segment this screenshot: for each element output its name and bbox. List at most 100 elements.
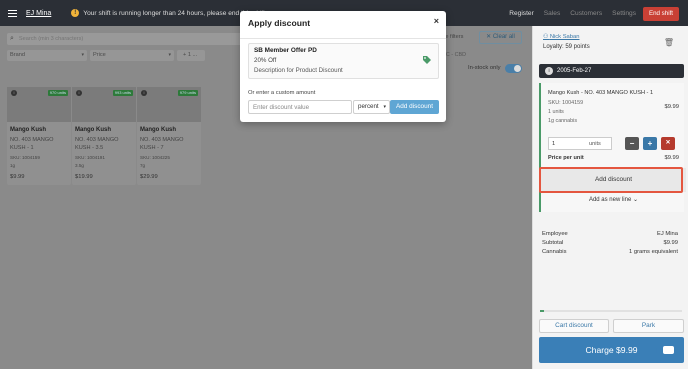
divider bbox=[240, 38, 446, 39]
product-desc: NO. 403 MANGO KUSH - 7 bbox=[140, 137, 184, 151]
cart-discount-button[interactable]: Cart discount bbox=[539, 319, 609, 333]
line-item-title: Mango Kush - NO. 403 MANGO KUSH - 1 bbox=[548, 90, 654, 96]
progress-fill bbox=[540, 310, 545, 312]
chevron-down-icon: ⌄ bbox=[633, 197, 639, 203]
park-button[interactable]: Park bbox=[613, 319, 684, 333]
nav-settings[interactable]: Settings bbox=[612, 10, 636, 17]
price-per-unit-value: $9.99 bbox=[664, 155, 679, 161]
tag-icon bbox=[423, 56, 431, 64]
offer-percent: 20% Off bbox=[254, 57, 277, 64]
apply-discount-modal: Apply discount × SB Member Offer PD 20% … bbox=[240, 11, 446, 122]
price-filter[interactable]: Price ▾ bbox=[90, 50, 174, 61]
product-card[interactable]: i 979 units Mango Kush NO. 403 MANGO KUS… bbox=[137, 87, 201, 185]
line-item-cannabis: 1g cannabis bbox=[548, 118, 578, 124]
offer-description: Description for Product Discount bbox=[254, 67, 343, 74]
line-item-units: 1 units bbox=[548, 109, 564, 115]
customer-link[interactable]: ⚇ Nick Saban bbox=[543, 34, 579, 40]
chevron-down-icon: ▾ bbox=[168, 52, 171, 58]
trash-icon[interactable]: 🗑 bbox=[664, 38, 674, 47]
product-price: $9.99 bbox=[10, 174, 25, 180]
decrease-quantity-button[interactable]: − bbox=[625, 137, 639, 150]
cart-date-bar: i 2005-Feb-27 bbox=[539, 64, 684, 78]
product-card[interactable]: i 970 units Mango Kush NO. 403 MANGO KUS… bbox=[7, 87, 71, 185]
product-weight: 3.5g bbox=[75, 163, 84, 168]
increase-quantity-button[interactable]: + bbox=[643, 137, 657, 150]
stock-badge: 970 units bbox=[47, 90, 68, 96]
summary-label: Subtotal bbox=[542, 240, 564, 246]
info-icon[interactable]: i bbox=[11, 90, 17, 96]
quantity-input[interactable] bbox=[549, 140, 583, 147]
close-icon: ✕ bbox=[486, 34, 493, 40]
product-name: Mango Kush bbox=[10, 127, 46, 133]
summary-label: Cannabis bbox=[542, 249, 567, 255]
summary-label: Employee bbox=[542, 231, 568, 237]
summary-value: $9.99 bbox=[663, 240, 678, 246]
add-as-new-line-button[interactable]: Add as new line ⌄ bbox=[541, 196, 686, 203]
filter-row: Brand ▾ Price ▾ + 1 ... bbox=[7, 50, 205, 61]
loyalty-points: Loyalty: 59 points bbox=[543, 44, 590, 50]
product-name: Mango Kush bbox=[140, 127, 176, 133]
product-price: $29.99 bbox=[140, 174, 158, 180]
nav-customers[interactable]: Customers bbox=[570, 10, 602, 17]
current-user-link[interactable]: EJ Mina bbox=[26, 10, 51, 17]
chat-icon[interactable] bbox=[656, 338, 681, 363]
line-item-sku: SKU: 1004159 bbox=[548, 100, 584, 106]
add-as-new-line-label: Add as new line bbox=[588, 197, 632, 203]
end-shift-button[interactable]: End shift bbox=[643, 7, 679, 21]
main-nav: Register Sales Customers Settings bbox=[509, 0, 636, 26]
summary-row: Employee EJ Mina bbox=[542, 231, 678, 240]
highlight-box bbox=[539, 167, 683, 193]
search-icon: ⌕ bbox=[10, 35, 14, 42]
cart-panel: ⚇ Nick Saban Loyalty: 59 points 🗑 i 2005… bbox=[532, 26, 688, 369]
cart-summary: Employee EJ Mina Subtotal $9.99 Cannabis… bbox=[542, 231, 678, 258]
product-desc: NO. 403 MANGO KUSH - 1 bbox=[10, 137, 54, 151]
summary-row: Cannabis 1 grams equivalent bbox=[542, 249, 678, 258]
customer-name: Nick Saban bbox=[549, 34, 580, 40]
instock-label: In-stock only bbox=[468, 65, 501, 71]
remove-item-button[interactable]: ✕ bbox=[661, 137, 675, 150]
nav-sales[interactable]: Sales bbox=[544, 10, 561, 17]
product-weight: 1g bbox=[10, 163, 16, 168]
line-item-price: $9.99 bbox=[664, 104, 679, 110]
warning-icon: ! bbox=[71, 9, 80, 17]
summary-row: Subtotal $9.99 bbox=[542, 240, 678, 249]
discount-value-input[interactable] bbox=[248, 100, 352, 114]
cart-date: 2005-Feb-27 bbox=[557, 68, 592, 74]
summary-value: 1 grams equivalent bbox=[629, 249, 678, 255]
discount-offer[interactable]: SB Member Offer PD 20% Off Description f… bbox=[248, 43, 439, 79]
stock-badge: 979 units bbox=[177, 90, 198, 96]
discount-type-select[interactable]: percent ▾ bbox=[353, 100, 390, 114]
price-per-unit-label: Price per unit bbox=[548, 155, 584, 161]
brand-filter-label: Brand bbox=[10, 52, 25, 58]
nav-register[interactable]: Register bbox=[509, 10, 534, 17]
modal-title: Apply discount bbox=[248, 18, 311, 28]
custom-amount-label: Or enter a custom amount bbox=[248, 90, 316, 96]
brand-filter[interactable]: Brand ▾ bbox=[7, 50, 87, 61]
product-card[interactable]: i 993 units Mango Kush NO. 403 MANGO KUS… bbox=[72, 87, 136, 185]
product-desc: NO. 403 MANGO KUSH - 3.5 bbox=[75, 137, 119, 151]
chevron-down-icon: ▾ bbox=[383, 104, 386, 110]
clear-all-label: Clear all bbox=[492, 34, 515, 40]
product-weight: 7g bbox=[140, 163, 146, 168]
price-filter-label: Price bbox=[93, 52, 106, 58]
instock-toggle[interactable] bbox=[505, 64, 522, 73]
info-icon[interactable]: i bbox=[141, 90, 147, 96]
apply-discount-button[interactable]: Add discount bbox=[390, 100, 439, 114]
more-filters-label: + 1 ... bbox=[183, 52, 198, 58]
info-icon[interactable]: i bbox=[76, 90, 82, 96]
search-input[interactable] bbox=[18, 36, 219, 42]
cart-progress-bar bbox=[540, 310, 682, 312]
product-sku: SKU: 1004159 bbox=[10, 155, 40, 160]
product-name: Mango Kush bbox=[75, 127, 111, 133]
quantity-stepper: units bbox=[548, 137, 612, 150]
close-icon[interactable]: × bbox=[434, 16, 439, 26]
clear-all-button[interactable]: ✕ Clear all bbox=[479, 31, 522, 44]
more-filters[interactable]: + 1 ... bbox=[177, 50, 205, 61]
chevron-down-icon: ▾ bbox=[81, 52, 84, 58]
info-icon: i bbox=[545, 67, 553, 75]
summary-value: EJ Mina bbox=[657, 231, 678, 237]
stock-badge: 993 units bbox=[112, 90, 133, 96]
menu-icon[interactable] bbox=[8, 9, 17, 17]
product-sku: SKU: 1004191 bbox=[75, 155, 105, 160]
discount-type-value: percent bbox=[358, 103, 379, 110]
